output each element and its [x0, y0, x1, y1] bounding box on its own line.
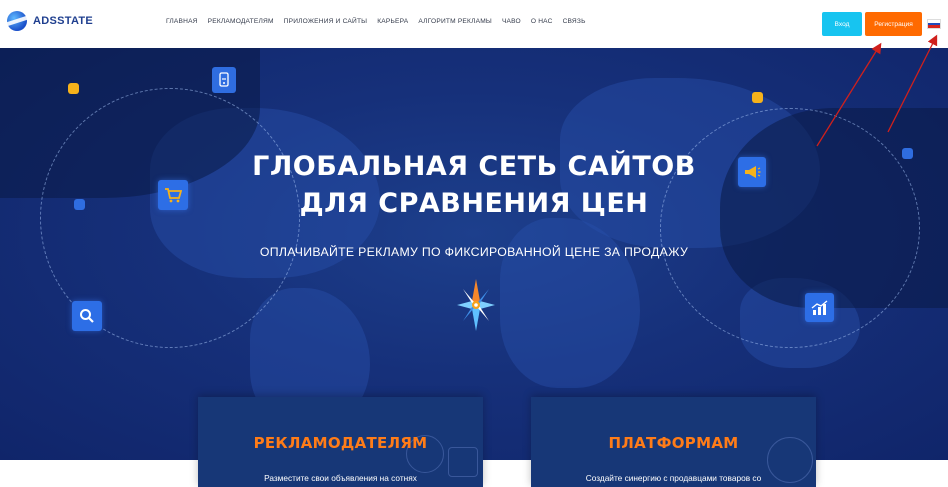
map-continent-africa	[500, 218, 640, 388]
dashed-arc-right	[660, 108, 920, 348]
card-advertisers-title: РЕКЛАМОДАТЕЛЯМ	[253, 434, 428, 452]
register-button[interactable]: Регистрация	[865, 12, 922, 36]
hero-subtitle: ОПЛАЧИВАЙТЕ РЕКЛАМУ ПО ФИКСИРОВАННОЙ ЦЕН…	[259, 245, 689, 259]
nav-item-contact[interactable]: СВЯЗЬ	[563, 18, 586, 25]
nav-item-home[interactable]: ГЛАВНАЯ	[166, 18, 198, 25]
nav-item-faq[interactable]: ЧАВО	[502, 18, 521, 25]
site-header: ADSSTATE ГЛАВНАЯ РЕКЛАМОДАТЕЛЯМ ПРИЛОЖЕН…	[0, 0, 948, 48]
adsstate-logo[interactable]: ADSSTATE	[7, 10, 97, 32]
decor-square-yellow	[68, 83, 79, 94]
hero-title: ГЛОБАЛЬНАЯ СЕТЬ САЙТОВ ДЛЯ СРАВНЕНИЯ ЦЕН	[0, 148, 948, 222]
logo-globe-icon	[7, 11, 27, 31]
logo-text: ADSSTATE	[33, 15, 94, 27]
decor-square-yellow-right	[752, 92, 763, 103]
nav-item-apps-sites[interactable]: ПРИЛОЖЕНИЯ И САЙТЫ	[284, 18, 368, 25]
card-advertisers[interactable]: РЕКЛАМОДАТЕЛЯМ Разместите свои объявлени…	[198, 397, 483, 487]
compass-icon	[457, 279, 495, 331]
hero-title-line-1: ГЛОБАЛЬНАЯ СЕТЬ САЙТОВ	[252, 151, 696, 182]
hero-title-line-2: ДЛЯ СРАВНЕНИЯ ЦЕН	[299, 188, 649, 219]
nav-item-career[interactable]: КАРЬЕРА	[377, 18, 408, 25]
card-platforms-title: ПЛАТФОРМАМ	[608, 434, 739, 452]
nav-item-about[interactable]: О НАС	[531, 18, 553, 25]
card-platforms[interactable]: ПЛАТФОРМАМ Создайте синергию с продавцам…	[531, 397, 816, 487]
touch-phone-icon	[212, 67, 236, 93]
nav-item-ad-algorithm[interactable]: АЛГОРИТМ РЕКЛАМЫ	[418, 18, 492, 25]
ru-flag-icon[interactable]	[927, 19, 941, 29]
card-platforms-text: Создайте синергию с продавцами товаров с…	[585, 473, 762, 483]
login-button[interactable]: Вход	[822, 12, 862, 36]
chart-icon	[805, 293, 834, 322]
search-icon	[72, 301, 102, 331]
nav-item-advertisers[interactable]: РЕКЛАМОДАТЕЛЯМ	[208, 18, 274, 25]
card-advertisers-text: Разместите свои объявления на сотнях	[264, 473, 417, 483]
main-nav: ГЛАВНАЯ РЕКЛАМОДАТЕЛЯМ ПРИЛОЖЕНИЯ И САЙТ…	[166, 18, 586, 25]
